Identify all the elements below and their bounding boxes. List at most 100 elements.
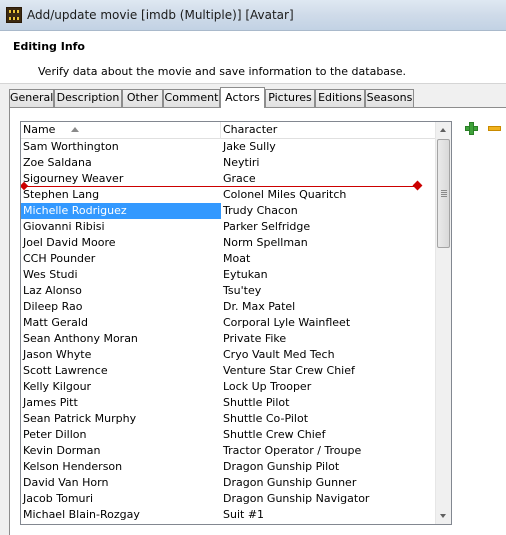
- actor-name-cell: Jason Whyte: [23, 348, 92, 361]
- actor-character-cell: Parker Selfridge: [223, 220, 311, 233]
- window-title: Add/update movie [imdb (Multiple)] [Avat…: [27, 8, 294, 22]
- table-row[interactable]: Sean Anthony Moran Private Fike: [21, 331, 437, 347]
- actor-character-cell: Shuttle Co-Pilot: [223, 412, 309, 425]
- actor-name-cell: Kelly Kilgour: [23, 380, 92, 393]
- actor-name-cell: CCH Pounder: [23, 252, 96, 265]
- tab-actors[interactable]: Actors: [220, 87, 265, 108]
- actor-character-cell: Cryo Vault Med Tech: [223, 348, 335, 361]
- actor-character-cell: Neytiri: [223, 156, 260, 169]
- table-row[interactable]: Joel David Moore Norm Spellman: [21, 235, 437, 251]
- table-row[interactable]: James Pitt Shuttle Pilot: [21, 395, 437, 411]
- actors-rows: Sam Worthington Jake Sully Zoe Saldana Neyt…: [21, 139, 437, 523]
- header-subtitle: Verify data about the movie and save inf…: [38, 65, 407, 78]
- actor-character-cell: Eytukan: [223, 268, 268, 281]
- actor-name-cell: Laz Alonso: [23, 284, 82, 297]
- table-row[interactable]: Zoe Saldana Neytiri: [21, 155, 437, 171]
- film-clapper-icon: [6, 7, 22, 23]
- actor-character-cell: Trudy Chacon: [223, 204, 298, 217]
- actor-name-cell: Giovanni Ribisi: [23, 220, 105, 233]
- remove-actor-button[interactable]: [487, 121, 501, 135]
- actor-name-cell: Dileep Rao: [23, 300, 83, 313]
- tab-other[interactable]: Other: [122, 89, 163, 107]
- actor-name-cell: Matt Gerald: [23, 316, 88, 329]
- actor-name-cell: Scott Lawrence: [23, 364, 108, 377]
- column-header-character-label: Character: [223, 123, 278, 136]
- tab-strip: General Description Other Comment Actors…: [9, 87, 506, 108]
- actor-name-cell: Michael Blain-Rozgay: [23, 508, 140, 521]
- editing-info-header: Editing Info Verify data about the movie…: [0, 31, 506, 84]
- table-row[interactable]: Kevin Dorman Tractor Operator / Troupe: [21, 443, 437, 459]
- table-row[interactable]: Wes Studi Eytukan: [21, 267, 437, 283]
- tab-seasons[interactable]: Seasons: [365, 89, 414, 107]
- actor-character-cell: Suit #1: [223, 508, 265, 521]
- scroll-grip-icon: [441, 190, 447, 197]
- drag-insert-marker: [23, 186, 417, 187]
- table-row[interactable]: Kelson Henderson Dragon Gunship Pilot: [21, 459, 437, 475]
- table-row[interactable]: Scott Lawrence Venture Star Crew Chief: [21, 363, 437, 379]
- vertical-scrollbar[interactable]: [435, 122, 451, 524]
- actor-name-cell: James Pitt: [23, 396, 78, 409]
- actor-name-cell: Joel David Moore: [23, 236, 116, 249]
- actor-character-cell: Shuttle Pilot: [223, 396, 290, 409]
- actor-name-cell: Wes Studi: [23, 268, 78, 281]
- header-title: Editing Info: [13, 40, 85, 53]
- table-row[interactable]: Stephen Lang Colonel Miles Quaritch: [21, 187, 437, 203]
- actor-character-cell: Shuttle Crew Chief: [223, 428, 326, 441]
- actor-character-cell: Dragon Gunship Pilot: [223, 460, 340, 473]
- actor-name-cell: Michelle Rodriguez: [21, 203, 221, 219]
- actor-name-cell: David Van Horn: [23, 476, 109, 489]
- actor-name-cell: Zoe Saldana: [23, 156, 92, 169]
- table-row[interactable]: Sam Worthington Jake Sully: [21, 139, 437, 155]
- actor-name-cell: Peter Dillon: [23, 428, 87, 441]
- actor-name-cell: Jacob Tomuri: [23, 492, 94, 505]
- table-row[interactable]: Kelly Kilgour Lock Up Trooper: [21, 379, 437, 395]
- actor-character-cell: Norm Spellman: [223, 236, 308, 249]
- actor-name-cell: Kelson Henderson: [23, 460, 123, 473]
- table-row[interactable]: Laz Alonso Tsu'tey: [21, 283, 437, 299]
- tab-comment[interactable]: Comment: [163, 89, 220, 107]
- tab-pictures[interactable]: Pictures: [265, 89, 315, 107]
- table-row[interactable]: Giovanni Ribisi Parker Selfridge: [21, 219, 437, 235]
- tab-editions[interactable]: Editions: [315, 89, 365, 107]
- scroll-up-button[interactable]: [436, 122, 451, 138]
- actor-name-cell: Sam Worthington: [23, 140, 119, 153]
- table-row[interactable]: Sean Patrick Murphy Shuttle Co-Pilot: [21, 411, 437, 427]
- table-row[interactable]: Michelle Rodriguez Trudy Chacon: [21, 203, 437, 219]
- table-row[interactable]: Sigourney Weaver Grace: [21, 171, 437, 187]
- table-row[interactable]: Michael Blain-Rozgay Suit #1: [21, 507, 437, 523]
- actor-character-cell: Dragon Gunship Gunner: [223, 476, 357, 489]
- table-row[interactable]: Jacob Tomuri Dragon Gunship Navigator: [21, 491, 437, 507]
- actor-character-cell: Venture Star Crew Chief: [223, 364, 355, 377]
- actor-name-cell: Sean Anthony Moran: [23, 332, 138, 345]
- scroll-thumb[interactable]: [437, 139, 450, 248]
- window-titlebar[interactable]: Add/update movie [imdb (Multiple)] [Avat…: [0, 0, 506, 31]
- scroll-down-button[interactable]: [436, 508, 451, 524]
- column-header-character[interactable]: Character: [221, 122, 437, 139]
- actor-name-cell: Stephen Lang: [23, 188, 100, 201]
- table-row[interactable]: Jason Whyte Cryo Vault Med Tech: [21, 347, 437, 363]
- actor-name-cell: Kevin Dorman: [23, 444, 101, 457]
- column-header-name-label: Name: [23, 123, 56, 136]
- actor-character-cell: Dr. Max Patel: [223, 300, 296, 313]
- table-row[interactable]: CCH Pounder Moat: [21, 251, 437, 267]
- actor-character-cell: Tsu'tey: [223, 284, 262, 297]
- table-row[interactable]: Matt Gerald Corporal Lyle Wainfleet: [21, 315, 437, 331]
- actor-character-cell: Lock Up Trooper: [223, 380, 312, 393]
- table-row[interactable]: Dileep Rao Dr. Max Patel: [21, 299, 437, 315]
- tab-description[interactable]: Description: [54, 89, 122, 107]
- actor-name-cell: Sigourney Weaver: [23, 172, 124, 185]
- table-row[interactable]: David Van Horn Dragon Gunship Gunner: [21, 475, 437, 491]
- actors-list[interactable]: Name Character Sam Worthington Jake Sully…: [20, 121, 452, 525]
- actor-character-cell: Dragon Gunship Navigator: [223, 492, 370, 505]
- actor-character-cell: Tractor Operator / Troupe: [223, 444, 362, 457]
- sort-ascending-icon: [71, 127, 79, 132]
- column-header-name[interactable]: Name: [21, 122, 221, 139]
- actor-character-cell: Moat: [223, 252, 251, 265]
- add-actor-button[interactable]: [464, 121, 478, 135]
- table-row[interactable]: Peter Dillon Shuttle Crew Chief: [21, 427, 437, 443]
- actor-character-cell: Colonel Miles Quaritch: [223, 188, 347, 201]
- actor-character-cell: Jake Sully: [223, 140, 276, 153]
- actor-character-cell: Corporal Lyle Wainfleet: [223, 316, 351, 329]
- tab-general[interactable]: General: [9, 89, 54, 107]
- actor-character-cell: Grace: [223, 172, 256, 185]
